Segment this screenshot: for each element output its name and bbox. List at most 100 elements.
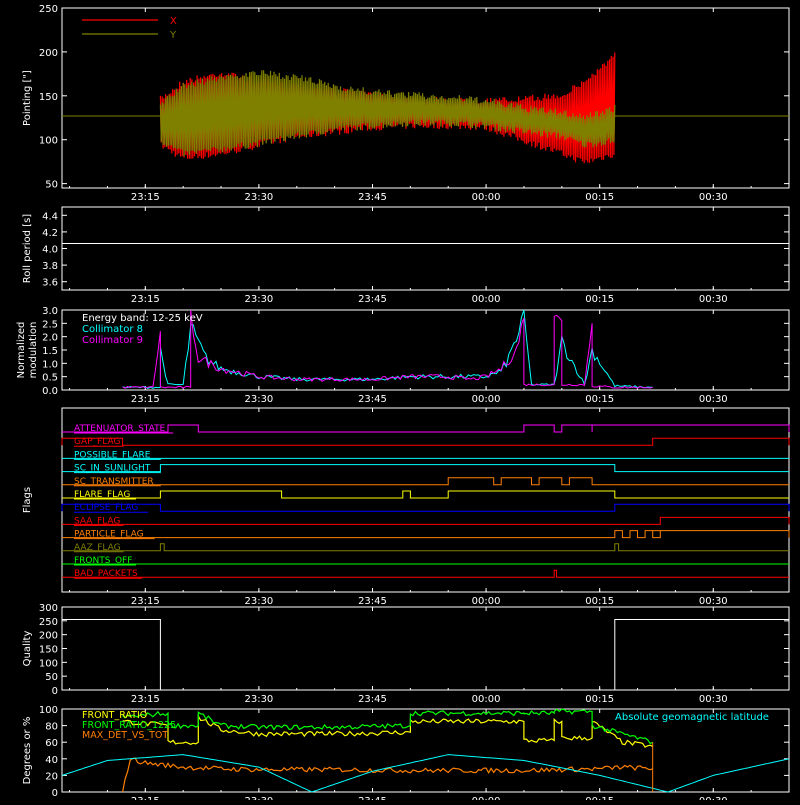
chart-stack: 23:15 23:30 23:45 00:00 00:15 00:30 50 100 150 20… (0, 0, 800, 805)
ratios-legend-label: MAX_DET_VS_TOT (82, 730, 168, 741)
flag-row-particle-flag: PARTICLE_FLAG (62, 530, 790, 540)
pointing-y-tick-label: 250 (39, 4, 58, 15)
quality-time-label: 00:30 (699, 694, 728, 705)
roll_period-y-tick-label: 4.2 (42, 228, 58, 239)
roll_period-y-tick-label: 3.6 (42, 278, 58, 289)
roll_period-time-label: 00:30 (699, 294, 728, 305)
flag-trace (61, 437, 790, 446)
roll_period-y-tick-label: 4.0 (42, 245, 58, 256)
quality-time-label: 23:45 (358, 694, 387, 705)
modulation-y-tick-label: 0.5 (42, 373, 58, 384)
pointing-legend-label: Y (169, 30, 177, 41)
roll_period-frame (61, 206, 790, 291)
modulation-time-label: 00:15 (585, 394, 614, 405)
quality-y-tick-label: 100 (39, 658, 58, 669)
flags-time-label: 23:45 (358, 596, 387, 607)
flags-time-label: 00:15 (585, 596, 614, 607)
flag-row-flare-flag: FLARE_FLAG (62, 490, 789, 500)
flag-row-eclipse-flag: ECLIPSE_FLAG (61, 503, 790, 513)
pointing-time-label: 23:15 (131, 192, 160, 203)
quality-line (62, 619, 789, 691)
ratios-panel: 23:15 23:30 23:45 00:00 00:15 00:30 0 20 40 60 80 1… (22, 705, 790, 805)
ratios-time-label: 00:15 (585, 796, 614, 800)
chart-svg: 23:15 23:30 23:45 00:00 00:15 00:30 50 100 150 20… (16, 4, 790, 805)
modulation-y-tick-label: 3.0 (42, 306, 58, 317)
flag-trace (62, 569, 789, 578)
ratios-time-label: 23:45 (358, 796, 387, 800)
flag-trace (62, 464, 789, 473)
pointing-ylabel: Pointing ["] (22, 70, 33, 126)
modulation-legend-label: Collimator 9 (82, 335, 143, 346)
ratios-y-tick-label: 100 (39, 705, 58, 716)
ratios-series-absolute-geomagnetic-latitude (61, 754, 790, 793)
ratios-series-front_ratio (122, 713, 653, 748)
modulation-panel: 23:15 23:30 23:45 00:00 00:15 00:30 0.0 0.5 1.0 1… (16, 306, 790, 405)
quality-time-label: 00:15 (585, 694, 614, 705)
flags-time-label: 00:30 (699, 596, 728, 607)
roll-period-ylabel: Roll period [s] (22, 214, 33, 283)
flag-trace (62, 543, 789, 552)
pointing-legend-label: X (170, 16, 177, 27)
ratios-y-tick-label: 80 (45, 722, 58, 733)
quality-time-label: 23:15 (131, 694, 160, 705)
quality-y-tick-label: 0 (52, 686, 58, 697)
modulation-ylabel-line: modulation (28, 322, 39, 379)
modulation-time-label: 23:15 (131, 394, 160, 405)
modulation-time-label: 23:30 (244, 394, 273, 405)
quality-y-tick-label: 200 (39, 631, 58, 642)
flag-row-aaz-flag: AAZ_FLAG (62, 543, 789, 553)
modulation-time-label: 23:45 (358, 394, 387, 405)
flags-panel: 23:15 23:30 23:45 00:00 00:15 00:30 Flags ATTEN… (22, 407, 790, 607)
flag-trace (62, 516, 790, 525)
roll_period-y-tick-label: 4.4 (42, 211, 58, 222)
flags-time-label: 23:30 (244, 596, 273, 607)
flags-ylabel: Flags (22, 487, 33, 513)
pointing-time-label: 00:15 (585, 192, 614, 203)
ratios-series-max_det_vs_tot (122, 757, 653, 793)
modulation-y-tick-label: 2.0 (42, 333, 58, 344)
flag-row-sc-in-sunlight: SC_IN_SUNLIGHT (62, 464, 789, 474)
flag-row-sc-transmitter: SC_TRANSMITTER (62, 477, 789, 487)
flag-row-bad-packets: BAD_PACKETS (62, 569, 789, 579)
ratios-time-label: 00:30 (699, 796, 728, 800)
quality-y-tick-label: 50 (45, 672, 58, 683)
pointing-time-label: 23:30 (244, 192, 273, 203)
flag-trace (62, 477, 789, 486)
quality-time-label: 23:30 (244, 694, 273, 705)
flags-time-label: 00:00 (472, 596, 501, 607)
modulation-ylabel: Normalizedmodulation (16, 322, 39, 379)
roll_period-time-label: 00:00 (472, 294, 501, 305)
quality-time-label: 00:00 (472, 694, 501, 705)
flag-row-possible-flare: POSSIBLE_FLARE (62, 450, 789, 460)
modulation-y-tick-label: 2.5 (42, 319, 58, 330)
pointing-y-tick-label: 100 (39, 136, 58, 147)
ratios-y-tick-label: 60 (45, 738, 58, 749)
pointing-time-label: 00:30 (699, 192, 728, 203)
quality-y-tick-label: 250 (39, 617, 58, 628)
pointing-panel: 23:15 23:30 23:45 00:00 00:15 00:30 50 100 150 20… (22, 4, 790, 203)
flag-row-fronts-off: FRONTS_OFF (62, 556, 789, 566)
pointing-series-Y (159, 70, 616, 157)
modulation-ylabel-line: Normalized (16, 322, 27, 379)
pointing-time-label: 23:45 (358, 192, 387, 203)
modulation-legend-label: Energy band: 12-25 keV (82, 313, 203, 324)
ratios-y-tick-label: 0 (52, 788, 58, 799)
flag-trace (62, 424, 790, 433)
modulation-y-tick-label: 1.5 (42, 346, 58, 357)
modulation-time-label: 00:30 (699, 394, 728, 405)
quality-ylabel: Quality (22, 631, 33, 667)
modulation-y-tick-label: 1.0 (42, 359, 58, 370)
ratios-ylabel: Degrees or % (22, 717, 33, 785)
pointing-y-tick-label: 50 (45, 180, 58, 191)
roll_period-time-label: 23:30 (244, 294, 273, 305)
modulation-y-tick-label: 0.0 (42, 386, 58, 397)
ratios-time-label: 23:15 (131, 796, 160, 800)
ratios-time-label: 00:00 (472, 796, 501, 800)
ratios-legend-latitude-label: Absolute geomagnetic latitude (615, 712, 769, 723)
modulation-time-label: 00:00 (472, 394, 501, 405)
flag-trace (61, 503, 790, 512)
roll_period-time-label: 23:15 (131, 294, 160, 305)
quality-y-tick-label: 300 (39, 603, 58, 614)
flag-row-gap-flag: GAP_FLAG (61, 437, 790, 447)
ratios-y-tick-label: 20 (45, 771, 58, 782)
